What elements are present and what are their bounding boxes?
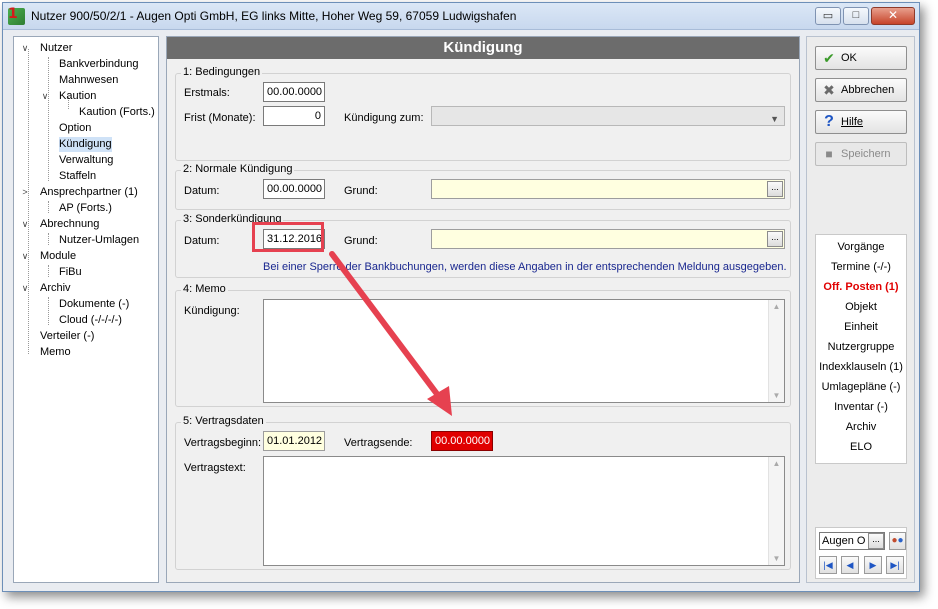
vertragsbeginn-field[interactable]: 01.01.2012 (263, 431, 325, 451)
related-links: Vorgänge Termine (-/-) Off. Posten (1) O… (815, 234, 907, 464)
highlight-box (252, 222, 324, 252)
tree-connector (48, 57, 49, 181)
normale-grund-lookup-button[interactable]: ... (767, 181, 783, 197)
vertragsbeginn-label: Vertragsbeginn: (184, 437, 262, 449)
frist-field[interactable]: 0 (263, 106, 325, 126)
link-vorgaenge[interactable]: Vorgänge (816, 237, 906, 257)
link-indexklauseln[interactable]: Indexklauseln (1) (816, 357, 906, 377)
vertragsende-field[interactable]: 00.00.0000 (431, 431, 493, 451)
sonder-grund-field[interactable]: ... (431, 229, 785, 249)
ok-button[interactable]: ✔ OK (815, 46, 907, 70)
link-objekt[interactable]: Objekt (816, 297, 906, 317)
erstmals-label: Erstmals: (184, 87, 230, 99)
vertragstext-scrollbar[interactable]: ▲ ▼ (768, 457, 784, 565)
link-nutzergruppe[interactable]: Nutzergruppe (816, 337, 906, 357)
group-title: 1: Bedingungen (181, 66, 263, 78)
app-icon: 1 (8, 6, 25, 25)
group-bedingungen: 1: Bedingungen Erstmals: 00.00.0000 Fris… (175, 66, 791, 161)
cancel-x-icon: ✖ (823, 82, 835, 98)
link-elo[interactable]: ELO (816, 437, 906, 457)
chevron-right-icon[interactable]: > (20, 185, 30, 200)
link-archiv[interactable]: Archiv (816, 417, 906, 437)
navigation-tree: ∨ Nutzer Bankverbindung Mahnwesen ∨ Kautio… (13, 36, 159, 583)
record-search-field[interactable]: Augen O ... (819, 532, 885, 550)
tree-connector (48, 233, 49, 245)
tree-connector (48, 297, 49, 325)
info-text: Bei einer Sperre der Bankbuchungen, werd… (263, 261, 787, 273)
group-title: 5: Vertragsdaten (181, 415, 266, 427)
normale-grund-label: Grund: (344, 185, 378, 197)
chevron-down-icon: ▼ (770, 114, 779, 124)
tree-connector (48, 201, 49, 213)
sonder-grund-label: Grund: (344, 235, 378, 247)
link-umlageplaene[interactable]: Umlagepläne (-) (816, 377, 906, 397)
sonder-datum-label: Datum: (184, 235, 220, 247)
normale-datum-field[interactable]: 00.00.0000 (263, 179, 325, 199)
tree-connector (48, 265, 49, 277)
floppy-disk-icon: ■ (825, 147, 833, 161)
page-title: Kündigung (167, 37, 799, 59)
close-icon: ✕ (887, 8, 899, 22)
frist-label: Frist (Monate): (184, 112, 256, 124)
action-panel: ✔ OK ✖ Abbrechen ? Hilfe ■ Speichern Vor… (806, 36, 915, 583)
vertragstext-textarea[interactable]: ▲ ▼ (263, 456, 785, 566)
tree-connector (28, 49, 29, 354)
link-termine[interactable]: Termine (-/-) (816, 257, 906, 277)
minimize-button[interactable]: ▭ (815, 7, 841, 25)
link-inventar[interactable]: Inventar (-) (816, 397, 906, 417)
group-vertragsdaten: 5: Vertragsdaten Vertragsbeginn: 01.01.2… (175, 415, 791, 570)
abbrechen-button[interactable]: ✖ Abbrechen (815, 78, 907, 102)
link-einheit[interactable]: Einheit (816, 317, 906, 337)
help-question-icon: ? (824, 113, 834, 130)
kuendigung-window: 1 Nutzer 900/50/2/1 - Augen Opti GmbH, E… (2, 2, 920, 592)
window-title: Nutzer 900/50/2/1 - Augen Opti GmbH, EG … (31, 9, 517, 23)
chevron-down-icon[interactable]: ∨ (20, 281, 30, 296)
sonder-grund-lookup-button[interactable]: ... (767, 231, 783, 247)
chevron-down-icon[interactable]: ∨ (20, 41, 30, 56)
main-form: Kündigung 1: Bedingungen Erstmals: 00.00… (166, 36, 800, 583)
normale-grund-field[interactable]: ... (431, 179, 785, 199)
normale-datum-label: Datum: (184, 185, 220, 197)
minimize-icon: ▭ (822, 10, 834, 22)
memo-scrollbar[interactable]: ▲ ▼ (768, 300, 784, 402)
close-button[interactable]: ✕ (871, 7, 915, 25)
group-memo: 4: Memo Kündigung: ▲ ▼ (175, 283, 791, 407)
record-navigator: Augen O ... ●● |◀ ◀ ▶ ▶| (815, 527, 907, 579)
chevron-down-icon[interactable]: ∨ (20, 249, 30, 264)
chevron-down-icon[interactable]: ∨ (20, 217, 30, 232)
memo-kuendigung-label: Kündigung: (184, 305, 240, 317)
scroll-down-icon[interactable]: ▼ (769, 391, 784, 400)
scroll-down-icon[interactable]: ▼ (769, 554, 784, 563)
memo-kuendigung-textarea[interactable]: ▲ ▼ (263, 299, 785, 403)
vertragsende-label: Vertragsende: (344, 437, 413, 449)
checkmark-icon: ✔ (823, 50, 835, 66)
maximize-button[interactable]: □ (843, 7, 869, 25)
title-bar: 1 Nutzer 900/50/2/1 - Augen Opti GmbH, E… (3, 3, 919, 30)
vertragstext-label: Vertragstext: (184, 462, 246, 474)
scroll-up-icon[interactable]: ▲ (769, 459, 784, 468)
kuendigung-zum-select[interactable]: ▼ (431, 106, 785, 126)
first-record-button[interactable]: |◀ (819, 556, 837, 574)
group-title: 2: Normale Kündigung (181, 163, 295, 175)
next-record-button[interactable]: ▶ (864, 556, 882, 574)
kuendigung-zum-label: Kündigung zum: (344, 112, 424, 124)
speichern-button[interactable]: ■ Speichern (815, 142, 907, 166)
hilfe-button[interactable]: ? Hilfe (815, 110, 907, 134)
chevron-down-icon[interactable]: ∨ (40, 89, 50, 104)
erstmals-field[interactable]: 00.00.0000 (263, 82, 325, 102)
users-icon[interactable]: ●● (889, 532, 906, 550)
maximize-icon: □ (852, 9, 860, 21)
scroll-up-icon[interactable]: ▲ (769, 302, 784, 311)
group-normale-kuendigung: 2: Normale Kündigung Datum: 00.00.0000 G… (175, 163, 791, 210)
group-title: 4: Memo (181, 283, 228, 295)
link-off-posten[interactable]: Off. Posten (1) (816, 277, 906, 297)
record-search-lookup-button[interactable]: ... (868, 533, 884, 549)
previous-record-button[interactable]: ◀ (841, 556, 859, 574)
last-record-button[interactable]: ▶| (886, 556, 904, 574)
